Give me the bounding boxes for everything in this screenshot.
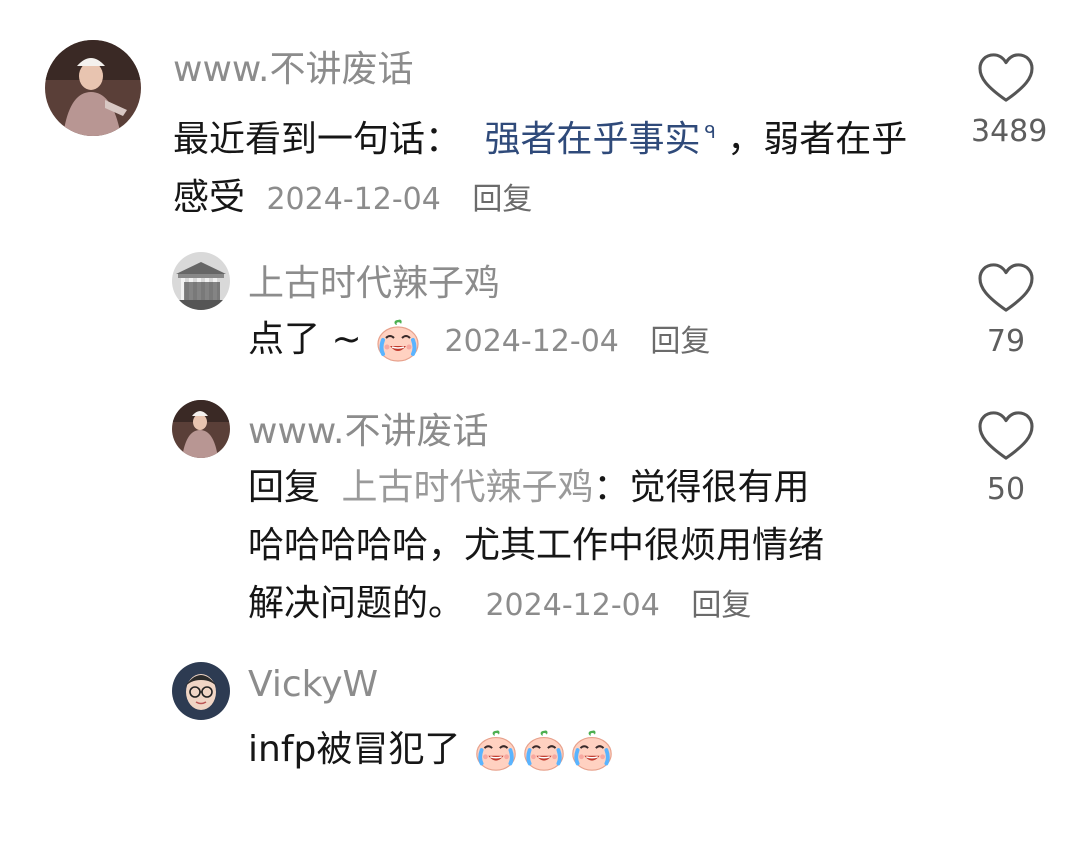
user-avatar-icon: [172, 400, 230, 458]
heart-icon: [977, 262, 1035, 314]
like-count: 50: [986, 472, 1026, 507]
like-button[interactable]: 3489: [971, 52, 1048, 149]
comment-date: 2024-12-04: [266, 182, 441, 217]
reply-prefix: 回复: [248, 467, 321, 508]
search-icon: ᑫ: [704, 122, 716, 143]
like-count: 79: [986, 324, 1026, 359]
comment-meta: 2024-12-04 回复: [256, 182, 532, 217]
heart-icon: [977, 52, 1035, 104]
user-avatar-icon: [45, 40, 141, 136]
comment-username[interactable]: www.不讲废话: [173, 40, 413, 92]
crying-laughing-face-icon: [568, 727, 616, 775]
comment-body: 最近看到一句话： 强者在乎事实 ᑫ ，弱者在乎感受 2024-12-04 回复: [173, 104, 913, 229]
comment-text-before: 最近看到一句话：: [173, 119, 462, 160]
avatar[interactable]: [45, 40, 141, 136]
user-avatar-icon: [172, 252, 230, 310]
reply-date: 2024-12-04: [485, 588, 660, 623]
like-button[interactable]: 50: [971, 410, 1041, 507]
reply-meta: 2024-12-04 回复: [435, 324, 711, 359]
reply-date: 2024-12-04: [444, 324, 619, 359]
crying-laughing-face-icon: [472, 727, 520, 775]
reply-username[interactable]: 上古时代辣子鸡: [248, 254, 500, 306]
avatar[interactable]: [172, 252, 230, 310]
crying-laughing-face-icon: [520, 727, 568, 775]
highlight-text: 强者在乎事实: [484, 119, 701, 160]
reply-button[interactable]: 回复: [691, 588, 751, 623]
reply-body: 回复 上古时代辣子鸡：觉得很有用 哈哈哈哈哈，尤其工作中很烦用情绪 解决问题的。…: [248, 459, 948, 635]
crying-laughing-face-icon: [373, 316, 423, 366]
reply-text-line3: 解决问题的。: [248, 583, 465, 624]
user-avatar-icon: [172, 662, 230, 720]
reply-body: infp被冒犯了: [248, 721, 948, 779]
search-highlight-link[interactable]: 强者在乎事实 ᑫ: [484, 119, 727, 160]
reply-button[interactable]: 回复: [472, 182, 532, 217]
avatar[interactable]: [172, 662, 230, 720]
mention-link[interactable]: 上古时代辣子鸡: [341, 467, 593, 508]
reply-text-line1: ：觉得很有用: [593, 467, 810, 508]
reply-text-line2: 哈哈哈哈哈，尤其工作中很烦用情绪: [248, 525, 825, 566]
avatar[interactable]: [172, 400, 230, 458]
reply-meta: 2024-12-04 回复: [475, 588, 751, 623]
reply-text: infp被冒犯了: [248, 729, 461, 770]
reply-username[interactable]: www.不讲废话: [248, 402, 488, 454]
heart-icon: [977, 410, 1035, 462]
reply-text: 点了 ~: [248, 319, 362, 360]
like-button[interactable]: 79: [971, 262, 1041, 359]
reply-button[interactable]: 回复: [650, 324, 710, 359]
reply-body: 点了 ~ 2024-12-04 回复: [248, 311, 948, 371]
reply-username[interactable]: VickyW: [248, 664, 378, 705]
like-count: 3489: [971, 114, 1048, 149]
